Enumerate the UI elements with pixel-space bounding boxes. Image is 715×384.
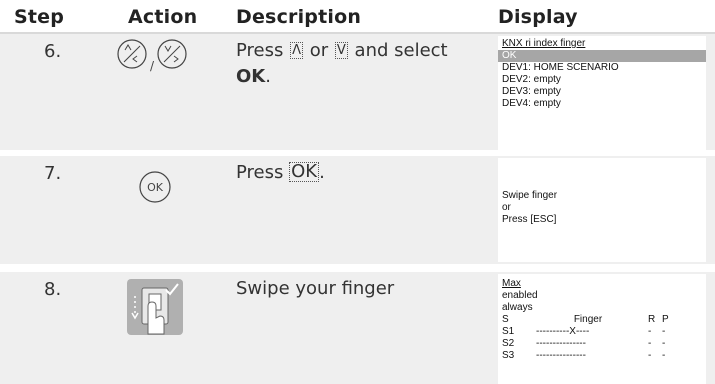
down-key-glyph: V	[334, 42, 348, 59]
step-number: 7.	[44, 163, 62, 184]
display-line: enabled	[502, 290, 538, 301]
display-line: DEV4: empty	[502, 98, 561, 109]
display-table-row: S1 ----------X---- - -	[498, 326, 706, 338]
col-s-header: S	[502, 314, 509, 325]
table-header: Step Action Description Display	[0, 0, 715, 34]
header-step: Step	[14, 6, 65, 28]
cell-finger: ---------------	[536, 338, 586, 349]
step-description: Press Λ or V and select OK.	[236, 38, 486, 90]
table-row: 6. / Press Λ or V and select OK. KNX ri …	[0, 34, 715, 150]
display-table-row: S2 --------------- - -	[498, 338, 706, 350]
display-title: KNX ri index finger	[502, 38, 586, 49]
cell-r: -	[648, 338, 652, 349]
up-down-scroll-keys-icon: /	[117, 39, 187, 72]
display-screen: Max enabled always S Finger R P S1 -----…	[498, 274, 706, 384]
cell-s: S3	[502, 350, 515, 361]
table-row: 7. OK Press OK. Swipe finger or Press [E…	[0, 156, 715, 264]
step-description: Press OK.	[236, 160, 325, 186]
ok-key-icon: OK	[139, 171, 171, 203]
display-screen: KNX ri index finger OK DEV1: HOME SCENAR…	[498, 36, 706, 150]
header-description: Description	[236, 6, 362, 28]
header-display: Display	[498, 6, 578, 28]
display-line: DEV3: empty	[502, 86, 561, 97]
cell-finger: ----------X----	[536, 326, 590, 337]
desc-text: Press	[236, 162, 284, 183]
cell-s: S2	[502, 338, 515, 349]
display-table-header: S Finger R P	[498, 314, 706, 326]
display-screen: Swipe finger or Press [ESC]	[498, 158, 706, 262]
finger-scanner-swipe-icon	[127, 279, 183, 335]
ok-bold-label: OK	[236, 66, 266, 87]
col-p-header: P	[662, 314, 669, 325]
desc-text: and select	[354, 40, 448, 61]
display-table-row: S3 --------------- - -	[498, 350, 706, 362]
cell-finger: ---------------	[536, 350, 586, 361]
cell-p: -	[662, 326, 666, 337]
display-line: DEV2: empty	[502, 74, 561, 85]
header-action: Action	[128, 6, 198, 28]
col-finger-header: Finger	[573, 314, 603, 325]
desc-text: Press	[236, 40, 284, 61]
desc-period: .	[265, 66, 271, 87]
ok-key-glyph: OK	[289, 161, 320, 182]
ok-key-label: OK	[147, 181, 164, 194]
display-line: DEV1: HOME SCENARIO	[502, 62, 619, 73]
cell-p: -	[662, 338, 666, 349]
display-line: Swipe finger	[502, 190, 558, 201]
step-number: 6.	[44, 41, 62, 62]
cell-r: -	[648, 350, 652, 361]
display-title: Max	[502, 278, 521, 289]
cell-r: -	[648, 326, 652, 337]
display-line: or	[502, 202, 511, 213]
up-key-glyph: Λ	[290, 42, 304, 59]
step-number: 8.	[44, 279, 62, 300]
cell-p: -	[662, 350, 666, 361]
display-line: always	[502, 302, 533, 313]
cell-s: S1	[502, 326, 515, 337]
table-row: 8. Swipe your finger Max enabled always …	[0, 272, 715, 384]
right-scroll-key-icon	[157, 39, 187, 69]
display-selected-item: OK	[498, 50, 706, 62]
col-r-header: R	[648, 314, 656, 325]
up-scroll-key-icon	[117, 39, 147, 69]
instruction-table: Step Action Description Display 6. / Pre	[0, 0, 715, 384]
action-separator: /	[150, 59, 155, 72]
desc-text: or	[309, 40, 329, 61]
step-description: Swipe your finger	[236, 278, 395, 299]
desc-period: .	[319, 162, 325, 183]
display-line: Press [ESC]	[502, 214, 557, 225]
